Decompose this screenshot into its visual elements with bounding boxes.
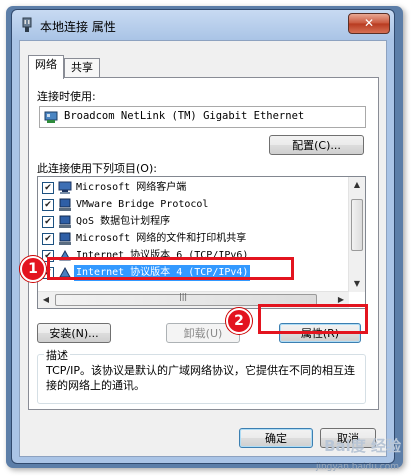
list-item[interactable]: ✔ Microsoft 网络客户端 (42, 180, 332, 196)
item-label: Microsoft 网络客户端 (76, 182, 187, 193)
highlight-ipv4-item (47, 257, 294, 280)
components-list[interactable]: ✔ Microsoft 网络客户端 ✔ VMware Bridge Protoc… (37, 176, 366, 309)
dialog-client: 网络 共享 连接时使用: Broadcom NetLink (TM) Gigab… (19, 40, 387, 457)
network-service-icon (59, 232, 71, 245)
properties-window: 本地连接 属性 ✕ 网络 共享 连接时使用: Broadcom NetLink … (11, 9, 395, 464)
items-label: 此连接使用下列项目(O): (37, 162, 157, 175)
connect-using-label: 连接时使用: (37, 90, 96, 103)
scroll-left-icon[interactable]: ◀ (38, 292, 54, 308)
list-item[interactable]: ✔ Microsoft 网络的文件和打印机共享 (42, 231, 332, 247)
network-adapter-icon (22, 17, 32, 32)
install-button[interactable]: 安装(N)... (37, 323, 111, 343)
configure-button[interactable]: 配置(C)... (269, 135, 364, 155)
item-label: Microsoft 网络的文件和打印机共享 (76, 233, 247, 244)
list-item[interactable]: ✔ VMware Bridge Protocol (42, 197, 332, 213)
adapter-name: Broadcom NetLink (TM) Gigabit Ethernet (64, 110, 305, 122)
ok-button[interactable]: 确定 (239, 428, 313, 448)
close-button[interactable]: ✕ (348, 13, 390, 34)
step-badge-2: 2 (226, 308, 252, 334)
network-protocol-icon (59, 198, 71, 211)
scroll-up-icon[interactable]: ▲ (349, 177, 365, 193)
description-text: TCP/IP。该协议是默认的广域网络协议，它提供在不同的相互连接的网络上的通讯。 (46, 364, 355, 392)
checkbox[interactable]: ✔ (42, 199, 54, 211)
step-badge-1: 1 (20, 256, 46, 282)
scroll-down-icon[interactable]: ▼ (349, 276, 365, 292)
scroll-thumb[interactable] (351, 199, 363, 251)
item-label: QoS 数据包计划程序 (76, 216, 171, 227)
checkbox[interactable]: ✔ (42, 233, 54, 245)
title-bar[interactable]: 本地连接 属性 ✕ (12, 10, 394, 38)
network-client-icon (58, 181, 72, 194)
watermark-brand: Bai度 经验 (324, 437, 401, 455)
checkbox[interactable]: ✔ (42, 182, 54, 194)
adapter-field: Broadcom NetLink (TM) Gigabit Ethernet (39, 106, 366, 128)
description-title: 描述 (44, 347, 70, 363)
checkbox[interactable]: ✔ (42, 216, 54, 228)
highlight-properties-button (258, 304, 368, 334)
list-item[interactable]: ✔ QoS 数据包计划程序 (42, 214, 332, 230)
vertical-scrollbar[interactable]: ▲ ▼ (348, 177, 365, 292)
tab-sharing[interactable]: 共享 (64, 58, 100, 78)
adapter-icon (44, 111, 58, 123)
tab-network[interactable]: 网络 (28, 55, 64, 79)
watermark-url: jingyan.baidu.com (315, 462, 399, 472)
description-group: 描述 TCP/IP。该协议是默认的广域网络协议，它提供在不同的相互连接的网络上的… (37, 347, 366, 404)
network-tab-panel: 连接时使用: Broadcom NetLink (TM) Gigabit Eth… (28, 77, 379, 410)
network-service-icon (59, 215, 71, 228)
window-title: 本地连接 属性 (40, 20, 116, 34)
item-label: VMware Bridge Protocol (76, 199, 209, 210)
